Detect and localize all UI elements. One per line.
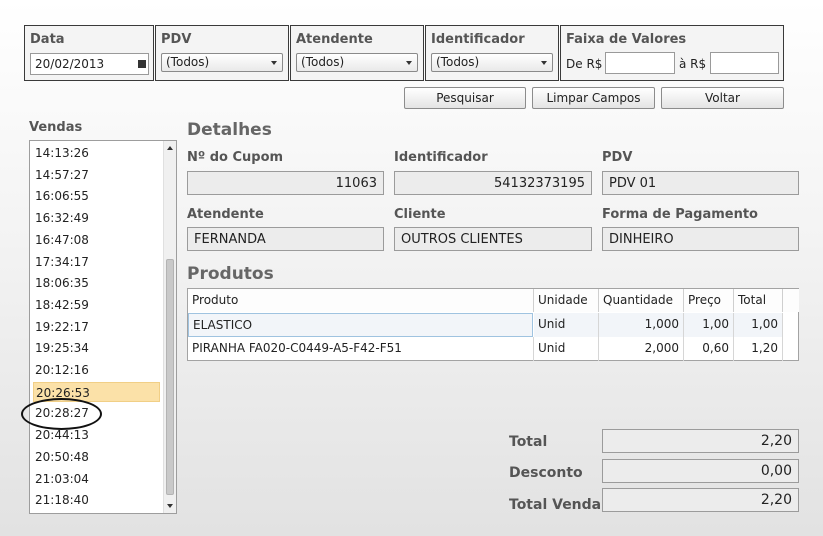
filter-data: Data 20/02/2013	[24, 25, 154, 81]
valor-de-input[interactable]	[605, 52, 675, 74]
filter-pdv: PDV (Todos)	[155, 25, 289, 81]
identificador-select[interactable]: (Todos)	[431, 53, 553, 72]
atendente-select-value: (Todos)	[301, 55, 345, 69]
col-header-produto[interactable]: Produto	[188, 289, 534, 312]
table-cell-produto[interactable]: PIRANHA FA020-C0449-A5-F42-F51	[188, 337, 534, 361]
faixa-label: Faixa de Valores	[566, 32, 687, 47]
list-item[interactable]: 20:50:48	[33, 447, 160, 467]
total-field: 2,20	[602, 429, 799, 453]
list-item[interactable]: 21:03:04	[33, 469, 160, 489]
pdv-select[interactable]: (Todos)	[161, 53, 283, 72]
atendente-label: Atendente	[187, 207, 264, 222]
cliente-field: OUTROS CLIENTES	[394, 227, 592, 251]
col-header-preco[interactable]: Preço	[684, 289, 734, 312]
table-cell-quantidade[interactable]: 1,000	[599, 313, 684, 337]
vendas-title: Vendas	[29, 120, 83, 135]
identificador-field: 54132373195	[394, 171, 592, 195]
list-item[interactable]: 16:47:08	[33, 230, 160, 250]
list-item[interactable]: 19:25:34	[33, 338, 160, 358]
identificador-label: Identificador	[394, 150, 488, 165]
valor-ate-input[interactable]	[710, 52, 779, 74]
total-venda-field: 2,20	[602, 488, 799, 512]
list-item[interactable]: 14:13:26	[33, 143, 160, 163]
list-scrollbar[interactable]	[163, 141, 176, 513]
pdv-label: PDV	[602, 150, 633, 165]
calendar-icon[interactable]	[138, 60, 146, 68]
table-cell-total[interactable]: 1,00	[734, 313, 783, 337]
produtos-title: Produtos	[187, 264, 274, 284]
scroll-down-icon[interactable]	[167, 504, 173, 508]
ate-label: à R$	[679, 57, 707, 71]
list-item[interactable]: 20:12:16	[33, 360, 160, 380]
table-cell-produto[interactable]: ELASTICO	[188, 313, 533, 337]
vendas-list[interactable]: 14:13:26 14:57:27 16:06:55 16:32:49 16:47:08…	[29, 140, 177, 514]
col-header-spacer	[783, 289, 799, 312]
de-label: De R$	[566, 57, 603, 71]
table-cell-total[interactable]: 1,20	[734, 337, 783, 361]
list-item[interactable]: 18:42:59	[33, 295, 160, 315]
filter-identificador: Identificador (Todos)	[425, 25, 559, 81]
desconto-label: Desconto	[509, 465, 583, 481]
cupom-field: 11063	[187, 171, 384, 195]
col-header-unidade[interactable]: Unidade	[534, 289, 599, 312]
list-item[interactable]: 17:34:17	[33, 252, 160, 272]
chevron-down-icon	[271, 61, 277, 65]
scroll-up-icon[interactable]	[167, 146, 173, 150]
filter-faixa-valores: Faixa de Valores De R$ à R$	[560, 25, 784, 81]
pdv-filter-label: PDV	[161, 32, 192, 47]
pdv-field: PDV 01	[602, 171, 799, 195]
table-cell-quantidade[interactable]: 2,000	[599, 337, 684, 361]
detalhes-title: Detalhes	[187, 120, 272, 140]
date-input[interactable]: 20/02/2013	[30, 53, 149, 75]
table-cell-preco[interactable]: 1,00	[684, 313, 734, 337]
list-item[interactable]: 16:06:55	[33, 186, 160, 206]
identificador-filter-label: Identificador	[431, 32, 525, 47]
table-cell-unidade[interactable]: Unid	[534, 313, 599, 337]
pdv-select-value: (Todos)	[166, 55, 210, 69]
pagamento-label: Forma de Pagamento	[602, 207, 758, 222]
scroll-thumb[interactable]	[166, 259, 174, 495]
voltar-button[interactable]: Voltar	[661, 87, 784, 109]
pagamento-field: DINHEIRO	[602, 227, 799, 251]
cliente-label: Cliente	[394, 207, 446, 222]
table-cell-unidade[interactable]: Unid	[534, 337, 599, 361]
produtos-table[interactable]: Produto Unidade Quantidade Preço Total E…	[187, 288, 799, 361]
atendente-filter-label: Atendente	[296, 32, 373, 47]
filter-atendente: Atendente (Todos)	[290, 25, 424, 81]
col-header-quantidade[interactable]: Quantidade	[599, 289, 684, 312]
data-label: Data	[30, 32, 65, 47]
list-item[interactable]: 18:06:35	[33, 273, 160, 293]
desconto-field: 0,00	[602, 459, 799, 483]
total-venda-label: Total Venda	[509, 497, 602, 513]
list-item[interactable]: 21:18:40	[33, 490, 160, 510]
chevron-down-icon	[541, 61, 547, 65]
limpar-campos-button[interactable]: Limpar Campos	[532, 87, 655, 109]
list-item[interactable]: 16:32:49	[33, 208, 160, 228]
list-item[interactable]: 14:57:27	[33, 165, 160, 185]
highlight-circle	[21, 398, 102, 430]
col-header-total[interactable]: Total	[734, 289, 783, 312]
chevron-down-icon	[406, 61, 412, 65]
atendente-select[interactable]: (Todos)	[296, 53, 418, 72]
table-cell-preco[interactable]: 0,60	[684, 337, 734, 361]
total-label: Total	[509, 434, 548, 450]
list-item[interactable]: 19:22:17	[33, 317, 160, 337]
cupom-label: Nº do Cupom	[187, 150, 284, 165]
atendente-field: FERNANDA	[187, 227, 384, 251]
identificador-select-value: (Todos)	[436, 55, 480, 69]
pesquisar-button[interactable]: Pesquisar	[404, 87, 526, 109]
